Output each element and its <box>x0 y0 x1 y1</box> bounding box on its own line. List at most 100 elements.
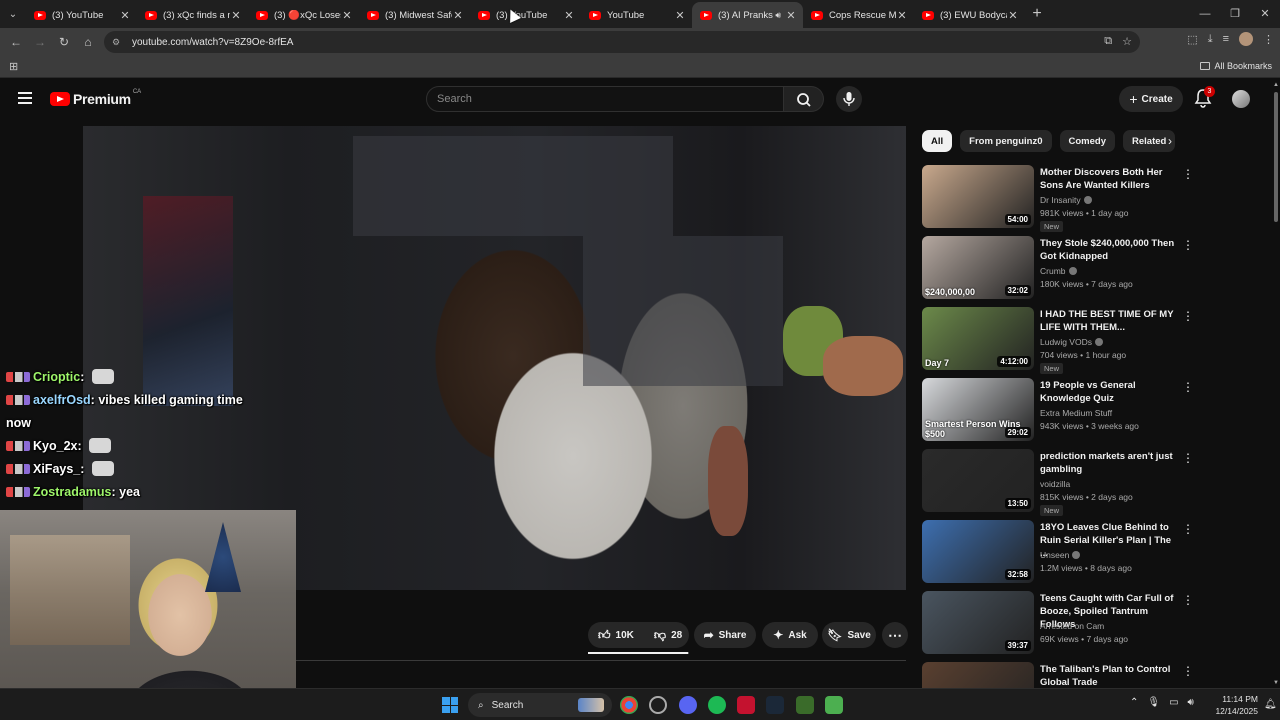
ask-button[interactable]: ✦ Ask <box>762 622 818 648</box>
video-thumbnail[interactable]: Day 7 4:12:00 <box>922 307 1034 370</box>
dislike-button[interactable]: 👎︎ 28 <box>644 622 692 648</box>
filter-chip[interactable]: Comedy <box>1059 130 1115 152</box>
channel-name[interactable]: voidzilla <box>1040 479 1070 489</box>
browser-tab[interactable]: (3) YouTube ✕ <box>470 2 581 28</box>
chips-next-arrow-icon[interactable]: › <box>1168 134 1172 148</box>
close-tab-icon[interactable]: ✕ <box>230 9 242 22</box>
page-scrollbar[interactable]: ▲ ▼ <box>1272 80 1280 688</box>
close-tab-icon[interactable]: ✕ <box>1007 9 1019 22</box>
video-options-icon[interactable]: ⋮ <box>1182 167 1194 181</box>
channel-name[interactable]: Arrested on Cam <box>1040 621 1104 631</box>
video-options-icon[interactable]: ⋮ <box>1182 380 1194 394</box>
settings-app-icon[interactable] <box>649 696 667 714</box>
video-title[interactable]: I HAD THE BEST TIME OF MY LIFE WITH THEM… <box>1040 308 1180 334</box>
new-tab-button[interactable]: + <box>1025 5 1049 23</box>
video-thumbnail[interactable]: Smartest Person Wins $500 29:02 <box>922 378 1034 441</box>
youtube-logo[interactable]: Premium CA <box>50 89 141 107</box>
recommended-video[interactable]: 54:00 Mother Discovers Both Her Sons Are … <box>922 165 1197 236</box>
voice-search-button[interactable] <box>836 86 862 112</box>
video-thumbnail[interactable]: 32:58 <box>922 520 1034 583</box>
close-tab-icon[interactable]: ✕ <box>119 9 131 22</box>
install-app-icon[interactable]: ⧉ <box>1104 35 1112 48</box>
video-title[interactable]: Mother Discovers Both Her Sons Are Wante… <box>1040 166 1180 192</box>
video-options-icon[interactable]: ⋮ <box>1182 593 1194 607</box>
video-thumbnail[interactable]: 13:50 <box>922 449 1034 512</box>
bookmark-star-icon[interactable]: ☆ <box>1122 35 1132 48</box>
spotify-app-icon[interactable] <box>708 696 726 714</box>
tab-search-chevron-icon[interactable]: ⌄ <box>0 0 26 28</box>
recommended-video[interactable]: 39:37 Teens Caught with Car Full of Booze… <box>922 591 1197 662</box>
tray-chevron-icon[interactable]: ⌃ <box>1130 697 1138 708</box>
search-input[interactable]: Search <box>426 86 784 112</box>
video-thumbnail[interactable]: 54:00 <box>922 165 1034 228</box>
address-bar[interactable]: ⚙ youtube.com/watch?v=8Z9Oe-8rfEA ⧉ ☆ <box>104 31 1140 53</box>
downloads-icon[interactable]: ⤓ <box>1208 33 1213 46</box>
filter-chip[interactable]: From penguinz0 <box>960 130 1052 152</box>
close-tab-icon[interactable]: ✕ <box>896 9 908 22</box>
green-app-icon[interactable] <box>825 696 843 714</box>
video-options-icon[interactable]: ⋮ <box>1182 309 1194 323</box>
create-button[interactable]: + Create <box>1119 86 1183 112</box>
channel-name[interactable]: Ludwig VODs <box>1040 337 1103 347</box>
extensions-icon[interactable]: ⬚ <box>1187 33 1197 46</box>
video-options-icon[interactable]: ⋮ <box>1182 664 1194 678</box>
channel-name[interactable]: Crumb <box>1040 266 1077 276</box>
recommended-video[interactable]: Day 7 4:12:00 I HAD THE BEST TIME OF MY LI… <box>922 307 1197 378</box>
video-title[interactable]: 19 People vs General Knowledge Quiz <box>1040 379 1180 405</box>
red-app-icon[interactable] <box>737 696 755 714</box>
volume-icon[interactable]: 🔊︎ <box>1188 697 1194 708</box>
media-controls-icon[interactable]: ≡ <box>1223 33 1229 45</box>
scroll-up-arrow-icon[interactable]: ▲ <box>1273 82 1279 88</box>
discord-app-icon[interactable] <box>679 696 697 714</box>
site-info-icon[interactable]: ⚙ <box>112 37 128 48</box>
video-title[interactable]: They Stole $240,000,000 Then Got Kidnapp… <box>1040 237 1180 263</box>
minimize-button[interactable]: — <box>1190 0 1220 28</box>
close-tab-icon[interactable]: ✕ <box>785 9 797 22</box>
recommended-video[interactable]: 13:50 prediction markets aren't just gamb… <box>922 449 1197 520</box>
notification-bell-icon[interactable]: 🔔︎ <box>1264 699 1277 710</box>
browser-menu-icon[interactable]: ⋮ <box>1263 33 1274 46</box>
close-tab-icon[interactable]: ✕ <box>341 9 353 22</box>
video-options-icon[interactable]: ⋮ <box>1182 238 1194 252</box>
recommended-video[interactable]: $240,000,00 32:02 They Stole $240,000,000 … <box>922 236 1197 307</box>
recommended-video[interactable]: Smartest Person Wins $500 29:02 19 People … <box>922 378 1197 449</box>
taskbar-clock[interactable]: 11:14 PM 12/14/2025 <box>1206 693 1258 717</box>
forward-button[interactable]: → <box>28 35 52 49</box>
browser-tab[interactable]: (3) AI Pranks / 🔊︎ ✕ <box>692 2 803 28</box>
channel-name[interactable]: Unseen <box>1040 550 1081 560</box>
taskbar-search[interactable]: ⌕ Search <box>468 693 612 717</box>
close-window-button[interactable]: ✕ <box>1250 0 1280 28</box>
video-thumbnail[interactable]: $240,000,00 32:02 <box>922 236 1034 299</box>
video-options-icon[interactable]: ⋮ <box>1182 522 1194 536</box>
reload-button[interactable]: ↻ <box>52 35 76 49</box>
browser-tab[interactable]: Cops Rescue Miss✕ <box>803 2 914 28</box>
scrollbar-thumb[interactable] <box>1274 92 1278 222</box>
more-actions-button[interactable]: ⋯ <box>882 622 908 648</box>
chrome-app-icon[interactable] <box>620 696 638 714</box>
browser-tab[interactable]: (3) EWU Bodycam✕ <box>914 2 1025 28</box>
share-button[interactable]: ➦ Share <box>694 622 756 648</box>
video-options-icon[interactable]: ⋮ <box>1182 451 1194 465</box>
all-bookmarks-button[interactable]: All Bookmarks <box>1200 61 1272 71</box>
browser-tab[interactable]: YouTube ✕ <box>581 2 692 28</box>
video-title[interactable]: The Taliban's Plan to Control Global Tra… <box>1040 663 1180 689</box>
profile-avatar[interactable] <box>1239 32 1253 46</box>
menu-hamburger-icon[interactable] <box>18 92 32 107</box>
search-button[interactable] <box>784 86 824 112</box>
video-title[interactable]: prediction markets aren't just gambling <box>1040 450 1180 476</box>
browser-tab[interactable]: (3) YouTube ✕ <box>26 2 137 28</box>
close-tab-icon[interactable]: ✕ <box>674 9 686 22</box>
close-tab-icon[interactable]: ✕ <box>563 9 575 22</box>
network-icon[interactable]: ▭ <box>1169 697 1178 708</box>
browser-tab[interactable]: (3) Midwest Safet ✕ <box>359 2 470 28</box>
channel-name[interactable]: Extra Medium Stuff <box>1040 408 1112 418</box>
notifications-button[interactable]: 3 <box>1194 86 1215 110</box>
video-thumbnail[interactable]: 39:37 <box>922 591 1034 654</box>
save-button[interactable]: 🔖︎ Save <box>822 622 876 648</box>
recommended-video[interactable]: 32:58 18YO Leaves Clue Behind to Ruin Ser… <box>922 520 1197 591</box>
speaker-icon[interactable]: 🔊︎ <box>775 10 781 21</box>
account-avatar[interactable] <box>1232 90 1250 108</box>
steam-app-icon[interactable] <box>766 696 784 714</box>
back-button[interactable]: ← <box>4 35 28 49</box>
close-tab-icon[interactable]: ✕ <box>452 9 464 22</box>
